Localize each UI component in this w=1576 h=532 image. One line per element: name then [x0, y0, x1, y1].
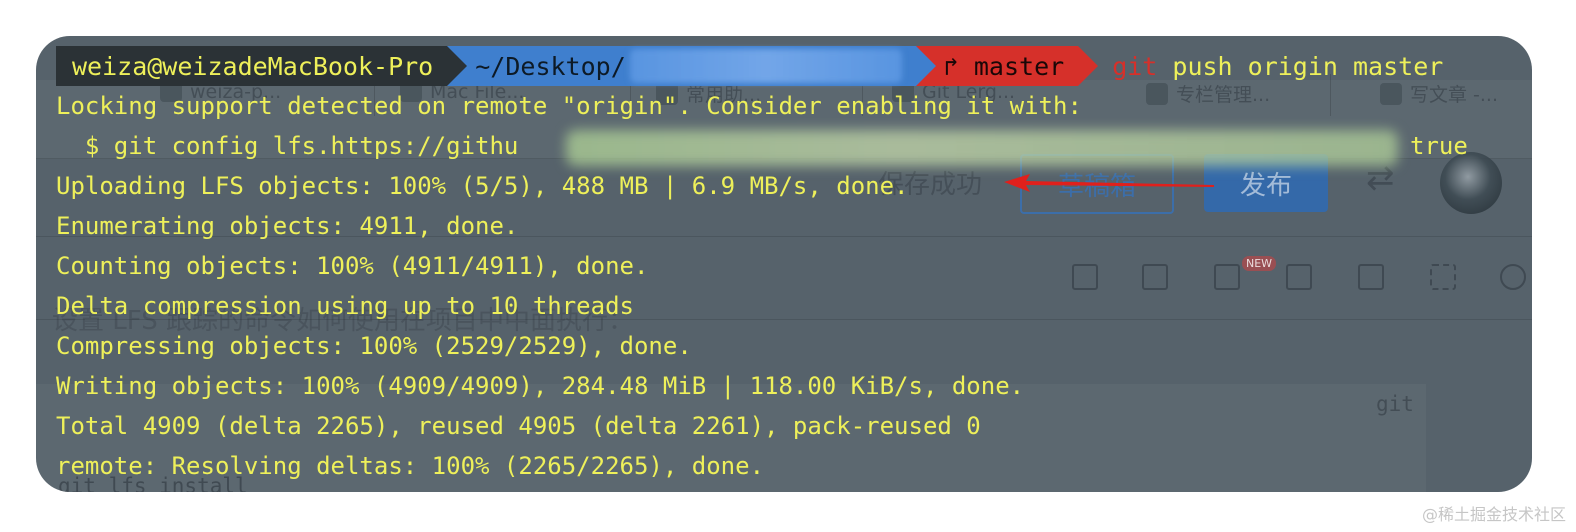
terminal-window[interactable]: weiza-p... Mac File... 常用助... Git Lerg..…	[36, 36, 1532, 492]
prompt-path-segment: ~/Desktop/	[447, 46, 936, 86]
output-line: remote: Resolving deltas: 100% (2265/226…	[56, 452, 765, 480]
shell-prompt: weiza@weizadeMacBook-Pro ~/Desktop/ ↱ ma…	[56, 46, 1443, 86]
import-icon[interactable]	[1214, 264, 1240, 290]
branch-icon: ↱	[943, 51, 959, 81]
output-line: Uploading LFS objects: 100% (5/5), 488 M…	[56, 172, 909, 200]
github-icon[interactable]	[1500, 264, 1526, 290]
juejin-icon	[1380, 83, 1402, 105]
new-badge: NEW	[1242, 256, 1277, 271]
fullscreen-icon[interactable]	[1430, 264, 1456, 290]
prompt-user-segment: weiza@weizadeMacBook-Pro	[56, 46, 468, 86]
output-line: Total 4909 (delta 2265), reused 4905 (de…	[56, 412, 981, 440]
command-git: git	[1112, 51, 1158, 81]
powerline-arrow-icon	[1078, 46, 1099, 86]
prompt-path: ~/Desktop/	[475, 51, 626, 81]
split-right-icon[interactable]	[1286, 264, 1312, 290]
output-line: Counting objects: 100% (4911/4911), done…	[56, 252, 649, 280]
typed-command[interactable]: git push origin master	[1112, 52, 1443, 81]
screenshot-stage: weiza-p... Mac File... 常用助... Git Lerg..…	[0, 0, 1576, 532]
split-left-icon[interactable]	[1358, 264, 1384, 290]
config-value: true	[1410, 132, 1468, 160]
column-icon	[1146, 83, 1168, 105]
prompt-branch-segment: ↱ master	[915, 46, 1099, 86]
powerline-arrow-icon	[915, 46, 936, 86]
help-icon[interactable]	[1142, 264, 1168, 290]
output-line: Compressing objects: 100% (2529/2529), d…	[56, 332, 692, 360]
prompt-user-host: weiza@weizadeMacBook-Pro	[72, 51, 434, 81]
output-line: Locking support detected on remote "orig…	[56, 92, 1082, 120]
output-line: Enumerating objects: 4911, done.	[56, 212, 519, 240]
annotation-arrow-icon	[1004, 174, 1214, 192]
redacted-url	[566, 130, 1398, 166]
output-line: $ git config lfs.https://githu	[56, 132, 519, 160]
output-line: Writing objects: 100% (4909/4909), 284.4…	[56, 372, 1025, 400]
redacted-path	[629, 49, 902, 83]
code-language-label: git	[1376, 392, 1414, 416]
outline-icon[interactable]	[1072, 264, 1098, 290]
prompt-branch: master	[973, 51, 1065, 81]
powerline-arrow-icon	[447, 46, 468, 86]
command-args: push origin master	[1157, 51, 1444, 81]
watermark: @稀土掘金技术社区	[1421, 505, 1566, 524]
output-line: Delta compression using up to 10 threads	[56, 292, 634, 320]
